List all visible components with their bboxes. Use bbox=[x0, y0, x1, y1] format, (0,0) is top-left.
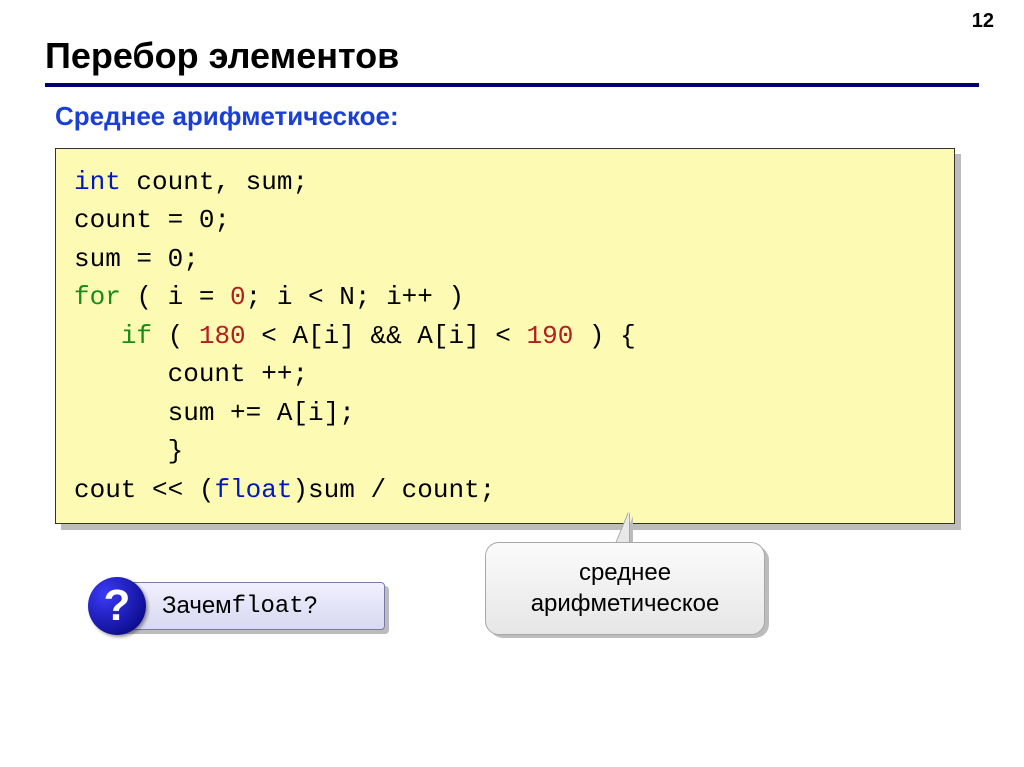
code-text: < A[i] && A[i] < bbox=[246, 321, 527, 351]
code-text: )sum / count; bbox=[292, 475, 495, 505]
slide-subtitle: Среднее арифметическое: bbox=[55, 101, 979, 132]
callout-line: среднее bbox=[496, 557, 754, 588]
code-text: count = 0; bbox=[74, 205, 230, 235]
page-number: 12 bbox=[972, 10, 994, 33]
code-keyword: float bbox=[214, 475, 292, 505]
code-text: } bbox=[168, 436, 184, 466]
code-number: 180 bbox=[199, 321, 246, 351]
code-keyword: for bbox=[74, 282, 121, 312]
code-text: ) { bbox=[573, 321, 635, 351]
code-keyword: int bbox=[74, 167, 121, 197]
question-box: ? Зачем float? bbox=[115, 582, 385, 630]
question-mark-icon: ? bbox=[88, 577, 146, 635]
code-content: int count, sum; count = 0; sum = 0; for … bbox=[55, 148, 955, 524]
code-text: sum = 0; bbox=[74, 244, 199, 274]
code-text: cout << ( bbox=[74, 475, 214, 505]
code-keyword: if bbox=[121, 321, 152, 351]
code-text: count ++; bbox=[168, 359, 308, 389]
code-text: count, sum; bbox=[121, 167, 308, 197]
question-suffix: ? bbox=[304, 592, 317, 620]
code-text: ( i = bbox=[121, 282, 230, 312]
code-text: ; i < N; i++ ) bbox=[246, 282, 464, 312]
code-number: 0 bbox=[230, 282, 246, 312]
code-text: ( bbox=[152, 321, 199, 351]
callout-box: среднее арифметическое bbox=[485, 542, 765, 634]
callout-line: арифметическое bbox=[496, 588, 754, 619]
code-block: int count, sum; count = 0; sum = 0; for … bbox=[55, 148, 955, 524]
slide-title: Перебор элементов bbox=[45, 35, 979, 87]
slide-content: Перебор элементов Среднее арифметическое… bbox=[0, 0, 1024, 702]
question-text: Зачем bbox=[162, 592, 232, 620]
question-mono: float bbox=[232, 593, 304, 620]
code-number: 190 bbox=[527, 321, 574, 351]
code-text: sum += A[i]; bbox=[168, 398, 355, 428]
